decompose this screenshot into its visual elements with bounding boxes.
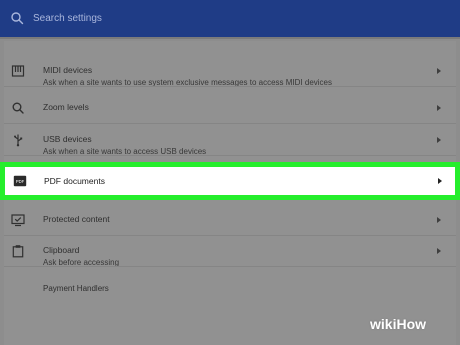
list-item-protected-content[interactable]: Protected content [4, 205, 456, 236]
list-item-title: USB devices [43, 134, 92, 144]
chevron-right-icon [437, 217, 441, 223]
monitor-check-icon [11, 214, 25, 227]
list-item-pdf[interactable]: PDF PDF documents [5, 167, 455, 195]
list-item-title: Clipboard [43, 245, 80, 255]
chevron-right-icon [437, 68, 441, 74]
chevron-right-icon [437, 248, 441, 254]
highlight-frame: PDF PDF documents [0, 162, 460, 200]
list-item-title: Protected content [43, 214, 110, 224]
search-input[interactable] [33, 9, 413, 27]
wikihow-watermark: wikiHow [370, 314, 449, 334]
chevron-right-icon [437, 137, 441, 143]
pdf-icon: PDF [13, 175, 27, 187]
list-item-subtitle: Ask when a site wants to use system excl… [43, 78, 333, 87]
list-item-title: PDF documents [44, 176, 105, 186]
list-item-subtitle: Ask before accessing [43, 258, 120, 267]
list-item-subtitle: Ask when a site wants to access USB devi… [43, 147, 207, 156]
list-item-title: MIDI devices [43, 65, 93, 75]
list-item-payment-handlers[interactable]: Payment Handlers [43, 284, 109, 293]
search-icon [11, 12, 24, 25]
top-divider [0, 37, 460, 39]
list-item-zoom[interactable]: Zoom levels [4, 93, 456, 124]
chevron-right-icon [438, 178, 442, 184]
list-item-title: Zoom levels [43, 102, 89, 112]
zoom-icon [12, 102, 24, 114]
search-bar [0, 0, 460, 37]
usb-icon [14, 134, 23, 147]
svg-text:PDF: PDF [16, 179, 25, 184]
chevron-right-icon [437, 105, 441, 111]
list-item-midi[interactable]: MIDI devices Ask when a site wants to us… [4, 56, 456, 87]
watermark-how: How [396, 316, 427, 332]
watermark-wiki: wiki [370, 316, 397, 332]
list-item-clipboard[interactable]: Clipboard Ask before accessing [4, 236, 456, 267]
clipboard-icon [12, 245, 24, 258]
midi-device-icon [11, 65, 25, 77]
settings-screen: MIDI devices Ask when a site wants to us… [0, 0, 460, 345]
list-item-usb[interactable]: USB devices Ask when a site wants to acc… [4, 125, 456, 156]
